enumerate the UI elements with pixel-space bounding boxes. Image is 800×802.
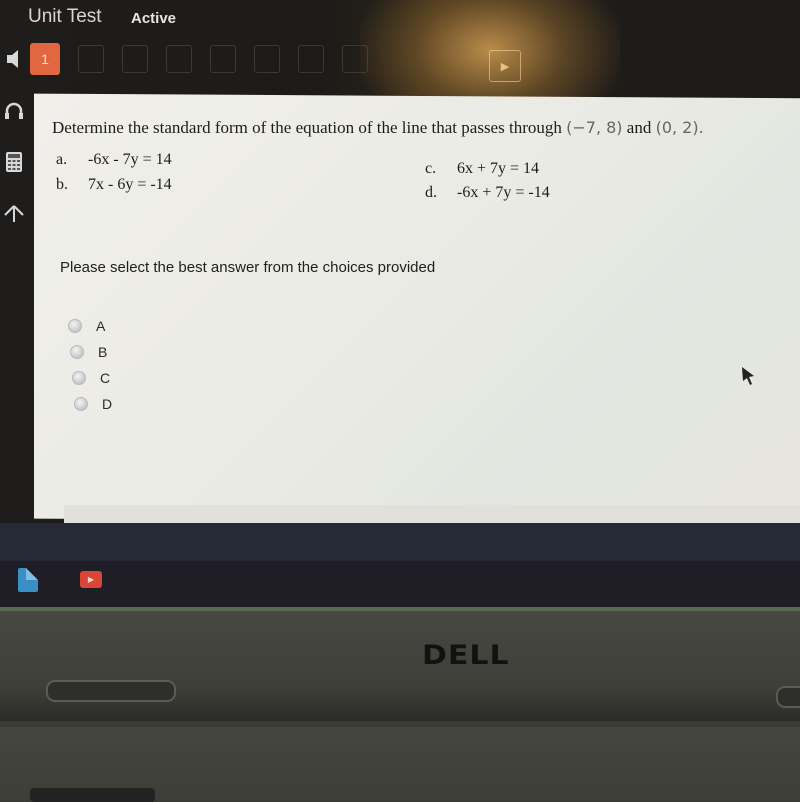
choice-label[interactable]: B [98, 344, 107, 360]
radio-button[interactable] [74, 397, 88, 411]
hinge-left [46, 680, 176, 702]
next-question-button[interactable]: ▶ [489, 50, 521, 82]
option-equation: -6x + 7y = -14 [457, 184, 550, 201]
answer-prompt: Please select the best answer from the c… [60, 259, 436, 276]
choice-label[interactable]: A [96, 318, 105, 334]
up-arrow-icon[interactable] [0, 202, 28, 230]
play-icon: ▶ [87, 575, 95, 584]
app-title: Unit Test [28, 6, 102, 27]
speaker-icon[interactable] [0, 48, 28, 76]
option-letter: c. [425, 160, 437, 177]
option-b: b. 7x - 6y = -14 [56, 176, 172, 194]
question-end: . [698, 118, 704, 137]
point-1: (−7, 8) [566, 118, 623, 137]
choice-b[interactable]: B [70, 344, 107, 360]
option-d: d. -6x + 7y = -14 [425, 184, 550, 202]
option-equation: 7x - 6y = -14 [88, 176, 172, 193]
laptop-bezel [0, 611, 800, 721]
radio-button[interactable] [68, 319, 82, 333]
choice-a[interactable]: A [68, 318, 105, 334]
tool-sidebar [0, 40, 34, 520]
brand-logo: DELL [422, 639, 510, 672]
question-tab[interactable] [254, 45, 280, 73]
choice-label[interactable]: C [100, 370, 110, 386]
status-label: Active [131, 10, 177, 27]
radio-button[interactable] [70, 345, 84, 359]
choice-label[interactable]: D [102, 396, 112, 412]
option-letter: b. [56, 176, 68, 193]
question-tab[interactable] [342, 45, 368, 73]
calculator-icon[interactable] [0, 152, 28, 180]
question-tab[interactable] [122, 45, 148, 73]
option-c: c. 6x + 7y = 14 [425, 160, 539, 178]
question-tab[interactable] [298, 45, 324, 73]
youtube-icon[interactable]: ▶ [80, 571, 102, 588]
question-tab[interactable] [166, 45, 192, 73]
option-a: a. -6x - 7y = 14 [56, 151, 172, 169]
headphones-icon[interactable] [0, 100, 28, 128]
question-tab-current[interactable]: 1 [30, 43, 60, 75]
choice-d[interactable]: D [74, 396, 112, 412]
docs-icon[interactable] [18, 568, 38, 592]
option-equation: -6x - 7y = 14 [88, 151, 172, 168]
option-equation: 6x + 7y = 14 [457, 160, 540, 177]
screen: Unit Test Active 1 ▶ Determine the stand… [0, 0, 800, 612]
option-letter: d. [425, 184, 437, 201]
point-2: (0, 2) [655, 118, 699, 137]
question-navigator: 1 [30, 40, 386, 78]
option-letter: a. [56, 151, 68, 168]
question-text: Determine the standard form of the equat… [52, 118, 752, 138]
question-stem: Determine the standard form of the equat… [52, 118, 562, 137]
question-tab[interactable] [78, 45, 104, 73]
hinge-right [776, 686, 800, 708]
top-bar: Unit Test Active [0, 0, 800, 40]
taskbar [0, 561, 800, 607]
question-connector: and [626, 118, 652, 137]
question-tab[interactable] [210, 45, 236, 73]
mouse-cursor-icon [742, 367, 756, 390]
play-arrow-icon: ▶ [500, 60, 510, 73]
shelf-band [0, 523, 800, 561]
radio-button[interactable] [72, 371, 86, 385]
choice-c[interactable]: C [72, 370, 110, 386]
